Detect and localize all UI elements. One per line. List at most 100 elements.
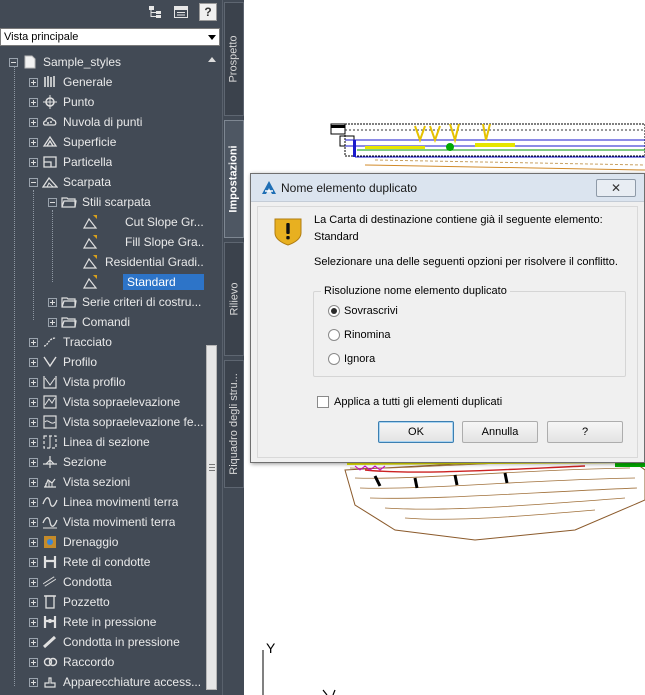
toolspace-help-button[interactable]: ? <box>199 3 217 21</box>
expand-icon[interactable] <box>29 437 38 447</box>
option-sovrascrivi-radio[interactable]: Sovrascrivi <box>328 305 398 317</box>
grip-line <box>209 467 215 468</box>
tree-root[interactable]: Sample_styles <box>9 52 121 72</box>
expand-icon[interactable] <box>29 577 38 587</box>
tree-item-linea-movimenti-terra[interactable]: Linea movimenti terra <box>29 492 178 512</box>
tree-guide-line <box>33 190 34 320</box>
view-selector-dropdown[interactable]: Vista principale <box>0 28 220 46</box>
expand-icon[interactable] <box>29 77 38 87</box>
option-rinomina-radio[interactable]: Rinomina <box>328 329 390 341</box>
dialog-title-bar[interactable]: Nome elemento duplicato ✕ <box>251 174 644 202</box>
collapse-icon[interactable] <box>48 197 57 207</box>
expand-icon[interactable] <box>29 557 38 567</box>
tree-item-pozzetto[interactable]: Pozzetto <box>29 592 110 612</box>
tree-item-nuvola-di-punti[interactable]: Nuvola di punti <box>29 112 142 132</box>
tree-item-serie-criteri[interactable]: Serie criteri di costru... <box>48 292 201 312</box>
toolspace-view-button[interactable] <box>172 3 190 21</box>
tree-item-standard[interactable]: Standard <box>82 272 204 292</box>
tree-item-rete-in-pressione[interactable]: Rete in pressione <box>29 612 156 632</box>
tree-item-condotta[interactable]: Condotta <box>29 572 112 592</box>
expand-icon[interactable] <box>29 357 38 367</box>
catchment-icon <box>42 534 58 550</box>
tab-rilievo[interactable]: Rilievo <box>224 242 244 356</box>
tab-prospetto[interactable]: Prospetto <box>224 2 244 116</box>
expand-icon[interactable] <box>29 477 38 487</box>
expand-icon[interactable] <box>29 397 38 407</box>
expand-icon[interactable] <box>29 337 38 347</box>
pressure-pipe-icon <box>42 634 58 650</box>
tree-item-drenaggio[interactable]: Drenaggio <box>29 532 118 552</box>
dialog-message-line3: Selezionare una delle seguenti opzioni p… <box>314 256 618 268</box>
expand-icon[interactable] <box>29 157 38 167</box>
tree-item-apparecchiature[interactable]: Apparecchiature access... <box>29 672 201 692</box>
tree-item-generale[interactable]: Generale <box>29 72 112 92</box>
expand-icon[interactable] <box>29 597 38 607</box>
checkbox-icon <box>317 396 329 408</box>
tree-item-superficie[interactable]: Superficie <box>29 132 116 152</box>
tree-item-profilo[interactable]: Profilo <box>29 352 97 372</box>
close-button[interactable]: ✕ <box>596 179 636 197</box>
tab-riquadro-strumenti[interactable]: Riquadro degli stru... <box>224 360 244 488</box>
toolspace-options-button[interactable] <box>146 3 164 21</box>
expand-icon[interactable] <box>29 677 38 687</box>
tree-item-particella[interactable]: Particella <box>29 152 112 172</box>
collapse-icon[interactable] <box>29 177 38 187</box>
option-label: Sovrascrivi <box>344 305 398 317</box>
expand-icon[interactable] <box>29 497 38 507</box>
expand-icon[interactable] <box>29 617 38 627</box>
grip-line <box>209 470 215 471</box>
expand-icon[interactable] <box>29 377 38 387</box>
expand-icon[interactable] <box>29 657 38 667</box>
apply-all-checkbox[interactable]: Applica a tutti gli elementi duplicati <box>317 396 502 408</box>
tree-item-fill-slope[interactable]: Fill Slope Gra... <box>82 232 204 252</box>
expand-icon[interactable] <box>29 117 38 127</box>
expand-icon[interactable] <box>29 537 38 547</box>
tree-item-sezione[interactable]: Sezione <box>29 452 106 472</box>
help-button[interactable]: ? <box>547 421 623 443</box>
expand-icon[interactable] <box>48 317 57 327</box>
scrollbar-thumb[interactable] <box>206 345 217 690</box>
section-icon <box>42 454 58 470</box>
expand-icon[interactable] <box>29 637 38 647</box>
tree-item-linea-di-sezione[interactable]: Linea di sezione <box>29 432 150 452</box>
tree-item-vista-movimenti-terra[interactable]: Vista movimenti terra <box>29 512 175 532</box>
cancel-button[interactable]: Annulla <box>462 421 538 443</box>
tree-item-label: Vista sopraelevazione <box>63 395 181 409</box>
tab-impostazioni[interactable]: Impostazioni <box>224 120 244 238</box>
pipe-network-icon <box>42 554 58 570</box>
scroll-up-arrow-icon[interactable] <box>206 54 218 66</box>
tree-item-vista-sezioni[interactable]: Vista sezioni <box>29 472 130 492</box>
profile-view-icon <box>42 374 58 390</box>
tree-item-residential-grading[interactable]: Residential Gradi... <box>82 252 204 272</box>
tree-item-label: Rete in pressione <box>63 615 157 629</box>
expand-icon[interactable] <box>29 137 38 147</box>
tree-item-vista-profilo[interactable]: Vista profilo <box>29 372 125 392</box>
tree-guide-line <box>52 210 53 282</box>
settings-tree: Sample_styles Generale Punto Nuvola di p… <box>0 50 204 695</box>
tree-item-vista-sopraelevazione-fe[interactable]: Vista sopraelevazione fe... <box>29 412 204 432</box>
tree-item-condotta-in-pressione[interactable]: Condotta in pressione <box>29 632 180 652</box>
expand-icon[interactable] <box>29 517 38 527</box>
tree-item-label: Raccordo <box>63 655 115 669</box>
option-ignora-radio[interactable]: Ignora <box>328 353 375 365</box>
tree-item-scarpata[interactable]: Scarpata <box>29 172 111 192</box>
expand-icon[interactable] <box>29 417 38 427</box>
tree-item-label: Scarpata <box>63 175 112 189</box>
collapse-icon[interactable] <box>9 57 18 67</box>
tree-item-comandi[interactable]: Comandi <box>48 312 130 332</box>
tree-item-rete-di-condotte[interactable]: Rete di condotte <box>29 552 150 572</box>
expand-icon[interactable] <box>29 457 38 467</box>
tree-item-cut-slope[interactable]: Cut Slope Gr... <box>82 212 204 232</box>
tree-item-tracciato[interactable]: Tracciato <box>29 332 112 352</box>
tree-item-vista-sopraelevazione[interactable]: Vista sopraelevazione <box>29 392 180 412</box>
tree-item-punto[interactable]: Punto <box>29 92 94 112</box>
ok-button[interactable]: OK <box>378 421 454 443</box>
general-icon <box>42 74 58 90</box>
tree-item-label: Condotta <box>63 575 112 589</box>
dialog-title: Nome elemento duplicato <box>281 181 418 195</box>
tree-item-stili-scarpata[interactable]: Stili scarpata <box>48 192 151 212</box>
tree-item-raccordo[interactable]: Raccordo <box>29 652 114 672</box>
expand-icon[interactable] <box>29 97 38 107</box>
expand-icon[interactable] <box>48 297 57 307</box>
tab-label: Rilievo <box>228 282 241 316</box>
